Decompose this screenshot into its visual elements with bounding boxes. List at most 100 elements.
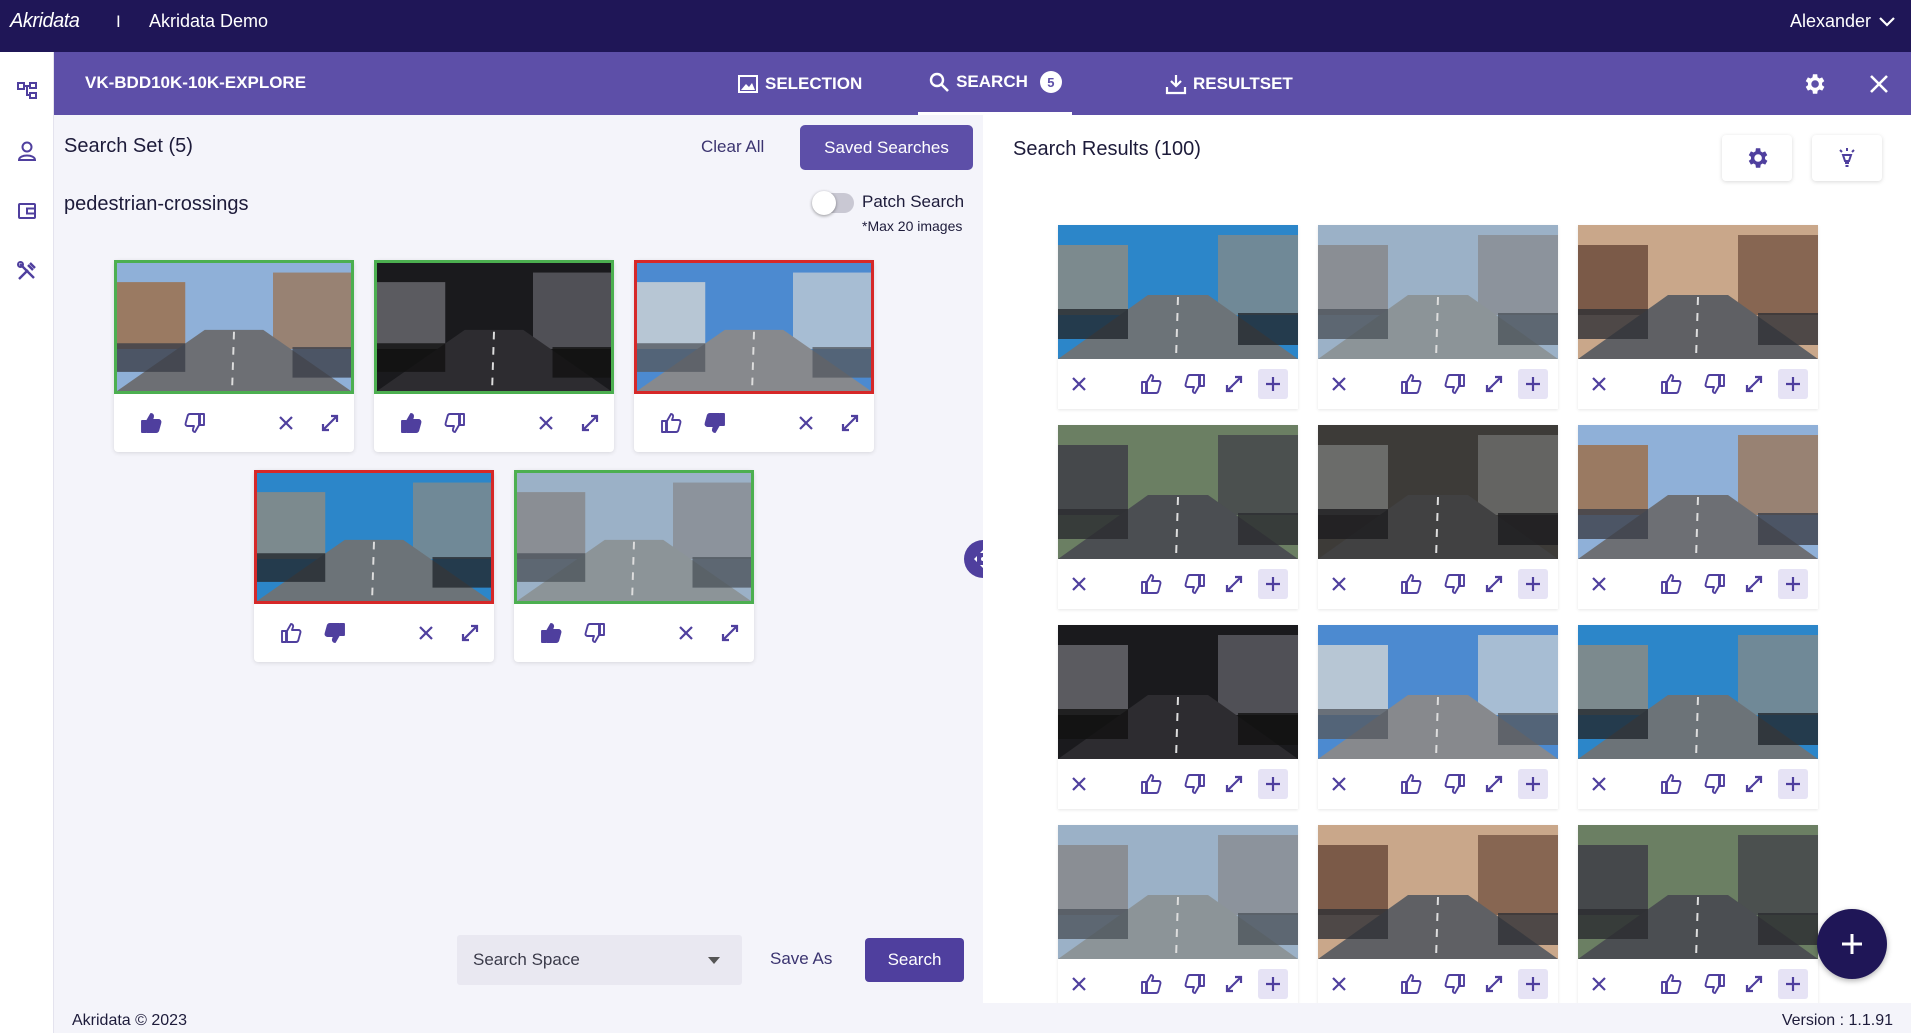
expand-icon[interactable] (575, 408, 605, 438)
add-to-set-icon[interactable] (1518, 769, 1548, 799)
result-thumbnail[interactable] (1578, 425, 1818, 559)
saved-searches-button[interactable]: Saved Searches (800, 125, 973, 170)
expand-icon[interactable] (1739, 769, 1769, 799)
result-thumbnail[interactable] (1058, 825, 1298, 959)
thumbs-down-icon[interactable] (1440, 369, 1470, 399)
thumbs-down-icon[interactable] (1180, 769, 1210, 799)
thumbs-down-icon[interactable] (1700, 969, 1730, 999)
tab-search[interactable]: SEARCH 5 (918, 52, 1072, 115)
search-set-thumbnail[interactable] (254, 470, 494, 604)
expand-icon[interactable] (1739, 569, 1769, 599)
thumbs-up-icon[interactable] (1136, 569, 1166, 599)
thumbs-up-icon[interactable] (1136, 769, 1166, 799)
expand-icon[interactable] (1479, 769, 1509, 799)
wallet-icon[interactable] (8, 192, 46, 230)
expand-icon[interactable] (1479, 369, 1509, 399)
clear-all-link[interactable]: Clear All (701, 137, 764, 157)
expand-icon[interactable] (1219, 969, 1249, 999)
expand-icon[interactable] (1739, 969, 1769, 999)
thumbs-up-icon[interactable] (276, 618, 306, 648)
remove-icon[interactable] (1064, 569, 1094, 599)
thumbs-down-icon[interactable] (1440, 969, 1470, 999)
remove-icon[interactable] (1584, 569, 1614, 599)
thumbs-up-icon[interactable] (536, 618, 566, 648)
remove-icon[interactable] (1064, 369, 1094, 399)
thumbs-up-icon[interactable] (1396, 969, 1426, 999)
expand-icon[interactable] (455, 618, 485, 648)
search-button[interactable]: Search (865, 938, 964, 982)
thumbs-down-icon[interactable] (1180, 969, 1210, 999)
result-thumbnail[interactable] (1318, 825, 1558, 959)
thumbs-down-icon[interactable] (1180, 369, 1210, 399)
thumbs-up-icon[interactable] (1656, 769, 1686, 799)
add-to-set-icon[interactable] (1258, 769, 1288, 799)
thumbs-up-icon[interactable] (1136, 969, 1166, 999)
thumbs-up-icon[interactable] (1656, 369, 1686, 399)
tab-selection[interactable]: SELECTION (737, 52, 862, 115)
result-thumbnail[interactable] (1058, 225, 1298, 359)
remove-icon[interactable] (271, 408, 301, 438)
add-to-set-icon[interactable] (1258, 569, 1288, 599)
result-thumbnail[interactable] (1058, 625, 1298, 759)
akridata-logo[interactable]: Akridata (10, 10, 80, 33)
remove-icon[interactable] (531, 408, 561, 438)
thumbs-down-icon[interactable] (1440, 569, 1470, 599)
expand-icon[interactable] (715, 618, 745, 648)
result-thumbnail[interactable] (1318, 225, 1558, 359)
result-thumbnail[interactable] (1578, 625, 1818, 759)
remove-icon[interactable] (1584, 369, 1614, 399)
thumbs-down-icon[interactable] (1700, 369, 1730, 399)
search-set-thumbnail[interactable] (374, 260, 614, 394)
thumbs-down-icon[interactable] (440, 408, 470, 438)
thumbs-up-icon[interactable] (1656, 569, 1686, 599)
add-to-set-icon[interactable] (1258, 369, 1288, 399)
result-thumbnail[interactable] (1578, 225, 1818, 359)
thumbs-down-icon[interactable] (1180, 569, 1210, 599)
search-set-thumbnail[interactable] (514, 470, 754, 604)
thumbs-up-icon[interactable] (1396, 369, 1426, 399)
thumbs-up-icon[interactable] (1656, 969, 1686, 999)
patch-search-toggle[interactable] (812, 191, 854, 215)
remove-icon[interactable] (1324, 369, 1354, 399)
remove-icon[interactable] (1324, 969, 1354, 999)
close-icon[interactable] (1864, 69, 1894, 99)
thumbs-down-icon[interactable] (1440, 769, 1470, 799)
add-to-set-icon[interactable] (1778, 569, 1808, 599)
thumbs-up-icon[interactable] (1136, 369, 1166, 399)
expand-icon[interactable] (1219, 369, 1249, 399)
remove-icon[interactable] (791, 408, 821, 438)
add-to-set-icon[interactable] (1258, 969, 1288, 999)
search-set-thumbnail[interactable] (634, 260, 874, 394)
search-space-select[interactable]: Search Space (457, 935, 742, 985)
remove-icon[interactable] (671, 618, 701, 648)
thumbs-down-icon[interactable] (700, 408, 730, 438)
thumbs-down-icon[interactable] (320, 618, 350, 648)
tab-resultset[interactable]: RESULTSET (1165, 52, 1293, 115)
thumbs-up-icon[interactable] (1396, 769, 1426, 799)
settings-gear-icon[interactable] (1799, 69, 1829, 99)
add-to-set-icon[interactable] (1518, 569, 1548, 599)
results-settings-button[interactable] (1722, 135, 1792, 181)
expand-icon[interactable] (835, 408, 865, 438)
add-to-set-icon[interactable] (1778, 369, 1808, 399)
search-set-thumbnail[interactable] (114, 260, 354, 394)
expand-icon[interactable] (1739, 369, 1769, 399)
user-icon[interactable] (8, 132, 46, 170)
remove-icon[interactable] (411, 618, 441, 648)
remove-icon[interactable] (1584, 769, 1614, 799)
save-as-button[interactable]: Save As (770, 949, 832, 969)
result-thumbnail[interactable] (1318, 425, 1558, 559)
thumbs-up-icon[interactable] (396, 408, 426, 438)
result-thumbnail[interactable] (1318, 625, 1558, 759)
add-to-set-icon[interactable] (1778, 969, 1808, 999)
thumbs-up-icon[interactable] (656, 408, 686, 438)
remove-icon[interactable] (1064, 969, 1094, 999)
add-to-set-icon[interactable] (1518, 369, 1548, 399)
add-to-set-icon[interactable] (1518, 969, 1548, 999)
thumbs-down-icon[interactable] (1700, 569, 1730, 599)
expand-icon[interactable] (315, 408, 345, 438)
result-thumbnail[interactable] (1058, 425, 1298, 559)
thumbs-up-icon[interactable] (1396, 569, 1426, 599)
tools-icon[interactable] (8, 252, 46, 290)
thumbs-up-icon[interactable] (136, 408, 166, 438)
